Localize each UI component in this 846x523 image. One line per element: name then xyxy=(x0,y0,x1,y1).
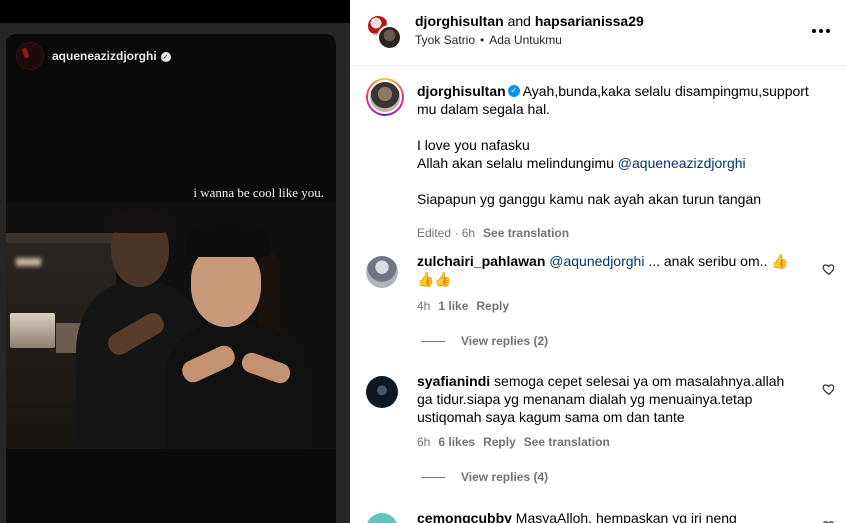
post-header: djorghisultan and hapsarianissa29 Tyok S… xyxy=(350,0,846,66)
story-caption: i wanna be cool like you. xyxy=(193,185,324,200)
comment-username[interactable]: cemongcubby xyxy=(417,510,512,523)
dot xyxy=(826,29,830,33)
post-side-panel: djorghisultan and hapsarianissa29 Tyok S… xyxy=(350,0,846,523)
avatar-image xyxy=(368,80,402,114)
photo-window xyxy=(10,313,55,348)
caption-mention-link[interactable]: @aqueneazizdjorghi xyxy=(618,155,746,171)
story-avatar[interactable] xyxy=(16,42,44,70)
verified-badge-icon: ✓ xyxy=(160,51,171,62)
media-top-strip xyxy=(0,0,350,23)
caption-edited-time: Edited · 6h xyxy=(417,226,476,240)
comment-username[interactable]: syafianindi xyxy=(417,373,490,389)
audio-artist-link[interactable]: Tyok Satrio xyxy=(415,33,475,47)
collab-usernames: djorghisultan and hapsarianissa29 xyxy=(415,13,644,29)
divider-line xyxy=(421,340,445,342)
comment-text: zulchairi_pahlawan @aqunedjorghi ... ana… xyxy=(417,252,797,288)
comment-likes-button[interactable]: 1 like xyxy=(438,299,468,313)
comment-meta: 6h 6 likes Reply See translation xyxy=(417,435,618,449)
caption-username[interactable]: djorghisultan xyxy=(417,83,506,99)
header-joiner: and xyxy=(507,13,531,29)
story-username-text: aqueneazizdjorghi xyxy=(52,49,157,63)
media-pane: aqueneazizdjorghi ✓ i wanna be cool like … xyxy=(0,0,350,523)
comment-mention-link[interactable]: @aqunedjorghi xyxy=(549,253,644,269)
collab-avatars[interactable] xyxy=(366,14,402,50)
comment-username[interactable]: zulchairi_pahlawan xyxy=(417,253,545,269)
see-translation-button[interactable]: See translation xyxy=(483,226,569,240)
story-username[interactable]: aqueneazizdjorghi ✓ xyxy=(52,49,171,63)
avatar[interactable] xyxy=(366,513,398,523)
photo-man-hair xyxy=(109,209,171,233)
dot xyxy=(812,29,816,33)
audio-title-link[interactable]: Ada Untukmu xyxy=(489,33,562,47)
comment-meta: 4h 1 like Reply xyxy=(417,299,517,313)
avatar[interactable] xyxy=(366,256,398,288)
caption-line: Siapapun yg ganggu kamu nak ayah akan tu… xyxy=(417,191,762,207)
audio-separator: • xyxy=(480,33,485,47)
caption-line: Allah akan selalu melindungimu xyxy=(417,155,614,171)
photo-girl-body xyxy=(166,323,306,449)
see-translation-button[interactable]: See translation xyxy=(524,435,610,449)
avatar[interactable] xyxy=(366,376,398,408)
view-replies-label: View replies (4) xyxy=(461,470,549,484)
caption-line: I love you nafasku xyxy=(417,137,530,153)
comment-time: 6h xyxy=(417,435,431,449)
photo-roof xyxy=(6,233,126,243)
view-replies-label: View replies (2) xyxy=(461,334,549,348)
header-user2-link[interactable]: hapsarianissa29 xyxy=(535,13,644,29)
photo-light xyxy=(16,258,41,266)
reply-button[interactable]: Reply xyxy=(483,435,516,449)
heart-icon[interactable] xyxy=(822,519,836,523)
heart-icon[interactable] xyxy=(822,382,836,396)
story-frame[interactable]: aqueneazizdjorghi ✓ i wanna be cool like … xyxy=(6,34,336,523)
story-header: aqueneazizdjorghi ✓ xyxy=(16,42,171,70)
comment-text: syafianindi semoga cepet selesai ya om m… xyxy=(417,372,797,426)
avatar[interactable] xyxy=(366,78,404,116)
heart-icon[interactable] xyxy=(822,262,836,276)
verified-badge-icon: ✓ xyxy=(507,85,520,98)
view-replies-button[interactable]: View replies (4) xyxy=(421,470,548,484)
story-photo xyxy=(6,203,336,449)
caption-text: djorghisultan ✓ Ayah,bunda,kaka selalu dis… xyxy=(417,82,827,208)
view-replies-button[interactable]: View replies (2) xyxy=(421,334,548,348)
photo-girl-cap xyxy=(186,225,270,257)
comment-body: MasyaAlloh, hempaskan yg iri neng xyxy=(511,510,737,523)
header-user1-link[interactable]: djorghisultan xyxy=(415,13,504,29)
caption-meta: Edited · 6h See translation xyxy=(417,226,569,240)
audio-info: Tyok Satrio • Ada Untukmu xyxy=(415,33,562,47)
reply-button[interactable]: Reply xyxy=(476,299,509,313)
comment-likes-button[interactable]: 6 likes xyxy=(438,435,475,449)
avatar[interactable] xyxy=(377,25,402,50)
comment-text: cemongcubby MasyaAlloh, hempaskan yg iri… xyxy=(417,509,797,523)
photo-girl-head xyxy=(191,247,261,327)
dot xyxy=(819,29,823,33)
more-options-icon[interactable] xyxy=(812,22,830,40)
comment-time: 4h xyxy=(417,299,431,313)
divider-line xyxy=(421,476,445,478)
